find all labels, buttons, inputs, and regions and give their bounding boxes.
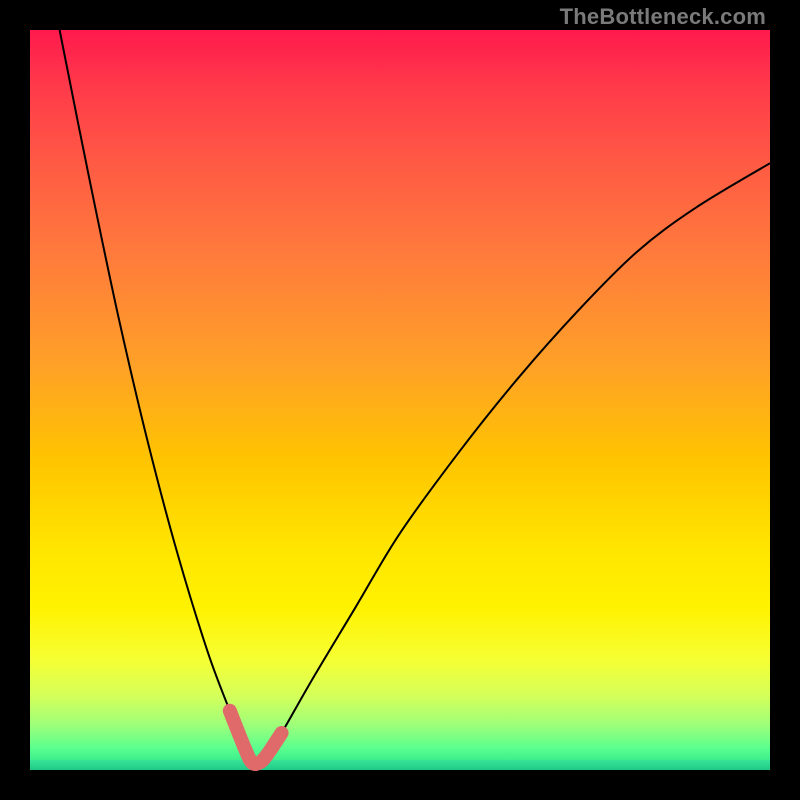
- optimal-range-marker: [230, 711, 282, 764]
- watermark-text: TheBottleneck.com: [560, 4, 766, 30]
- chart-svg: [30, 30, 770, 770]
- chart-frame: [30, 30, 770, 770]
- bottleneck-curve: [60, 30, 770, 764]
